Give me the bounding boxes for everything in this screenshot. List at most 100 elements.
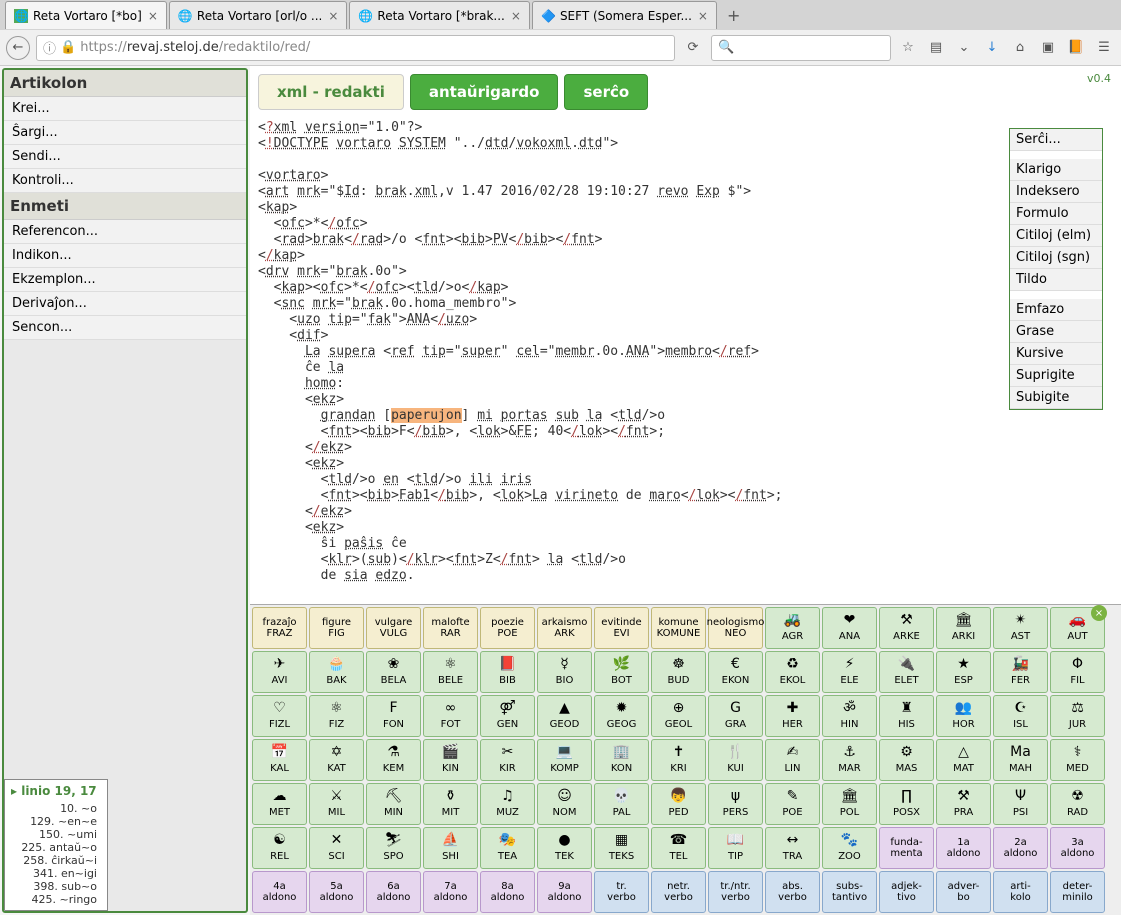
grid-cell-TEKS[interactable]: ▦TEKS [594, 827, 649, 869]
home-icon[interactable]: ⌂ [1009, 37, 1031, 59]
grid-cell-MIT[interactable]: ⚱MIT [423, 783, 478, 825]
grid-cell-FIZL[interactable]: ♡FIZL [252, 695, 307, 737]
grid-cell-KRI[interactable]: ✝KRI [651, 739, 706, 781]
grid-cell-MUZ[interactable]: ♫MUZ [480, 783, 535, 825]
star-icon[interactable]: ☆ [897, 37, 919, 59]
search-input[interactable]: 🔍 [711, 35, 891, 61]
grid-cell-GEOD[interactable]: ▲GEOD [537, 695, 592, 737]
grid-cell-verbo[interactable]: tr./ntr.verbo [708, 871, 763, 913]
book-icon[interactable]: 📙 [1065, 37, 1087, 59]
grid-cell-BELE[interactable]: ⚛BELE [423, 651, 478, 693]
line-entry[interactable]: 258. ĉirkaŭ~i [11, 854, 101, 867]
right-panel-item[interactable]: Indeksero [1010, 181, 1102, 203]
menu-icon[interactable]: ☰ [1093, 37, 1115, 59]
sidebar-item[interactable]: Ŝargi... [4, 121, 246, 145]
line-entry[interactable]: 150. ~umi [11, 828, 101, 841]
grid-cell-KAT[interactable]: ✡KAT [309, 739, 364, 781]
grid-cell-KEM[interactable]: ⚗KEM [366, 739, 421, 781]
tab-0[interactable]: 🌐 Reta Vortaro [*bo] × [5, 1, 167, 29]
right-panel-item[interactable]: Formulo [1010, 203, 1102, 225]
right-panel-item[interactable]: Serĉi... [1010, 129, 1102, 151]
grid-cell-KUI[interactable]: 🍴KUI [708, 739, 763, 781]
grid-cell-MAT[interactable]: △MAT [936, 739, 991, 781]
grid-cell-TEL[interactable]: ☎TEL [651, 827, 706, 869]
grid-cell-ELET[interactable]: 🔌ELET [879, 651, 934, 693]
reload-button[interactable]: ⟳ [681, 36, 705, 60]
grid-cell-POE[interactable]: ✎POE [765, 783, 820, 825]
grid-cell-ARKI[interactable]: 🏛ARKI [936, 607, 991, 649]
grid-cell-GRA[interactable]: GGRA [708, 695, 763, 737]
grid-cell-ELE[interactable]: ⚡ELE [822, 651, 877, 693]
sidebar-item[interactable]: Indikon... [4, 244, 246, 268]
grid-cell-PERS[interactable]: ψPERS [708, 783, 763, 825]
grid-cell-kolo[interactable]: arti-kolo [993, 871, 1048, 913]
url-bar[interactable]: ⓘ 🔒 https://revaj.steloj.de/redaktilo/re… [36, 35, 675, 61]
sidebar-item[interactable]: Derivaĵon... [4, 292, 246, 316]
grid-cell-MET[interactable]: ☁MET [252, 783, 307, 825]
tab-sercho[interactable]: serĉo [564, 74, 648, 110]
sidebar-item[interactable]: Kontroli... [4, 169, 246, 193]
screenshot-icon[interactable]: ▣ [1037, 37, 1059, 59]
grid-cell-minilo[interactable]: deter-minilo [1050, 871, 1105, 913]
grid-cell-KOMUNE[interactable]: komuneKOMUNE [651, 607, 706, 649]
right-panel-item[interactable]: Klarigo [1010, 159, 1102, 181]
right-panel-item[interactable]: Suprigite [1010, 365, 1102, 387]
tab-1[interactable]: 🌐 Reta Vortaro [orl/o ... × [169, 1, 348, 29]
close-icon[interactable]: × [511, 9, 521, 23]
grid-cell-NEO[interactable]: neologismoNEO [708, 607, 763, 649]
grid-cell-KOMP[interactable]: 💻KOMP [537, 739, 592, 781]
grid-cell-HOR[interactable]: 👥HOR [936, 695, 991, 737]
line-entry[interactable]: 10. ~o [11, 802, 101, 815]
grid-cell-JUR[interactable]: ⚖JUR [1050, 695, 1105, 737]
line-entry[interactable]: 225. antaŭ~o [11, 841, 101, 854]
list-icon[interactable]: ▤ [925, 37, 947, 59]
grid-cell-MAS[interactable]: ⚙MAS [879, 739, 934, 781]
grid-cell-aldono[interactable]: 2aaldono [993, 827, 1048, 869]
right-panel-item[interactable]: Kursive [1010, 343, 1102, 365]
grid-cell-ESP[interactable]: ★ESP [936, 651, 991, 693]
grid-cell-HIN[interactable]: ॐHIN [822, 695, 877, 737]
grid-cell-TEA[interactable]: 🎭TEA [480, 827, 535, 869]
right-panel-item[interactable]: Emfazo [1010, 299, 1102, 321]
sidebar-item[interactable]: Ekzemplon... [4, 268, 246, 292]
grid-cell-ISL[interactable]: ☪ISL [993, 695, 1048, 737]
grid-cell-KIR[interactable]: ✂KIR [480, 739, 535, 781]
grid-cell-FIG[interactable]: figureFIG [309, 607, 364, 649]
grid-cell-VULG[interactable]: vulgareVULG [366, 607, 421, 649]
grid-cell-MAH[interactable]: MaMAH [993, 739, 1048, 781]
grid-cell-MIN[interactable]: ⛏MIN [366, 783, 421, 825]
grid-cell-HER[interactable]: ✚HER [765, 695, 820, 737]
right-panel-item[interactable]: Subigite [1010, 387, 1102, 409]
grid-cell-ANA[interactable]: ❤ANA [822, 607, 877, 649]
grid-cell-POE[interactable]: poeziePOE [480, 607, 535, 649]
grid-cell-menta[interactable]: funda-menta [879, 827, 934, 869]
grid-cell-BIB[interactable]: 📕BIB [480, 651, 535, 693]
grid-cell-aldono[interactable]: 3aaldono [1050, 827, 1105, 869]
line-entry[interactable]: 129. ~en~e [11, 815, 101, 828]
new-tab-button[interactable]: + [719, 6, 748, 25]
tab-2[interactable]: 🌐 Reta Vortaro [*brak... × [349, 1, 530, 29]
sidebar-item[interactable]: Referencon... [4, 220, 246, 244]
grid-cell-HIS[interactable]: ♜HIS [879, 695, 934, 737]
xml-editor[interactable]: <?xml version="1.0"?> <!DOCTYPE vortaro … [250, 118, 1121, 588]
grid-cell-GEOG[interactable]: ✹GEOG [594, 695, 649, 737]
grid-cell-PSI[interactable]: ΨPSI [993, 783, 1048, 825]
grid-cell-REL[interactable]: ☯REL [252, 827, 307, 869]
grid-cell-SHI[interactable]: ⛵SHI [423, 827, 478, 869]
grid-cell-POL[interactable]: 🏛POL [822, 783, 877, 825]
grid-cell-FOT[interactable]: ∞FOT [423, 695, 478, 737]
grid-cell-POSX[interactable]: ∏POSX [879, 783, 934, 825]
grid-cell-GEN[interactable]: ⚤GEN [480, 695, 535, 737]
grid-cell-MED[interactable]: ⚕MED [1050, 739, 1105, 781]
grid-cell-PED[interactable]: 👦PED [651, 783, 706, 825]
grid-cell-PAL[interactable]: 💀PAL [594, 783, 649, 825]
grid-cell-KIN[interactable]: 🎬KIN [423, 739, 478, 781]
grid-cell-GEOL[interactable]: ⊕GEOL [651, 695, 706, 737]
grid-cell-aldono[interactable]: 5aaldono [309, 871, 364, 913]
grid-cell-TRA[interactable]: ↔TRA [765, 827, 820, 869]
grid-cell-MAR[interactable]: ⚓MAR [822, 739, 877, 781]
grid-cell-AST[interactable]: ✴AST [993, 607, 1048, 649]
grid-cell-KON[interactable]: 🏢KON [594, 739, 649, 781]
grid-cell-NOM[interactable]: ☺NOM [537, 783, 592, 825]
grid-cell-aldono[interactable]: 1aaldono [936, 827, 991, 869]
